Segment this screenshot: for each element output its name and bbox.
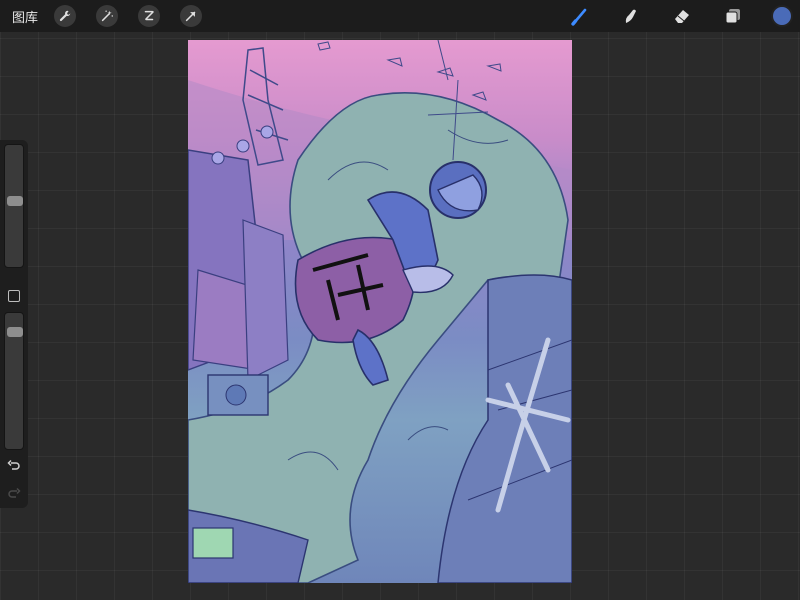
undo-button[interactable] (6, 458, 22, 474)
top-toolbar: 图库 (0, 0, 800, 32)
artwork (188, 40, 572, 583)
brush-size-slider[interactable] (4, 144, 24, 268)
brush-size-thumb[interactable] (7, 195, 23, 206)
adjustments-button[interactable] (96, 5, 118, 27)
brush-icon (571, 8, 587, 26)
selection-button[interactable] (138, 5, 160, 27)
opacity-thumb[interactable] (7, 327, 23, 338)
selection-icon (144, 10, 154, 21)
wrench-icon (59, 10, 71, 22)
eraser-tool-button[interactable] (671, 5, 693, 27)
transform-button[interactable] (180, 5, 202, 27)
magic-wand-icon (101, 10, 113, 22)
undo-icon (7, 459, 20, 470)
redo-button[interactable] (6, 486, 22, 502)
actions-button[interactable] (54, 5, 76, 27)
redo-icon (8, 487, 21, 498)
eraser-icon (675, 10, 689, 23)
opacity-slider[interactable] (4, 312, 24, 450)
left-sidebar (0, 140, 28, 508)
smudge-tool-button[interactable] (620, 5, 642, 27)
gallery-button[interactable]: 图库 (12, 7, 38, 26)
layers-icon (725, 9, 740, 24)
modify-button[interactable] (8, 290, 20, 302)
layers-button[interactable] (722, 5, 744, 27)
drawing-canvas[interactable] (188, 40, 572, 583)
smudge-icon (625, 9, 636, 23)
brush-tool-button[interactable] (569, 5, 591, 27)
arrow-cursor-icon (185, 11, 196, 22)
color-picker-button[interactable] (771, 5, 793, 27)
